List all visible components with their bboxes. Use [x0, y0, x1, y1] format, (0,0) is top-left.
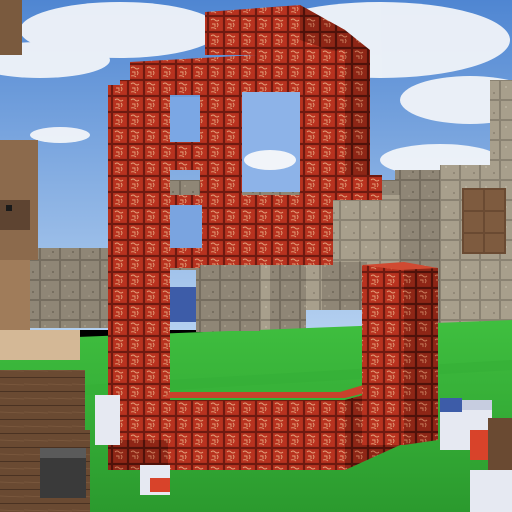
wooden-crates-left [0, 370, 90, 512]
blue-blocks-back [170, 287, 200, 322]
blue-block-front [440, 398, 462, 412]
scene-render [0, 0, 512, 512]
game-viewport[interactable] [0, 0, 512, 512]
